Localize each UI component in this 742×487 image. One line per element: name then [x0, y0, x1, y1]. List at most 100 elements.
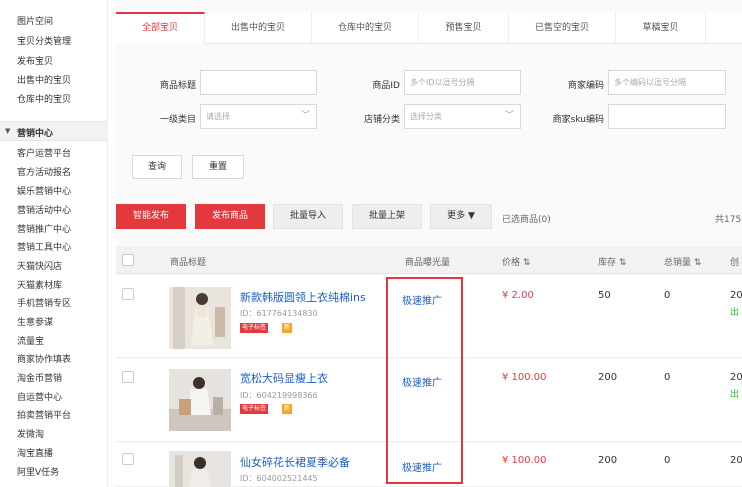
product-image[interactable]: [169, 451, 231, 487]
tab-sold-out[interactable]: 已售空的宝贝: [509, 12, 616, 44]
row-checkbox[interactable]: [122, 288, 134, 300]
shop-category-select-value: 选择分类: [410, 112, 442, 121]
merchant-code-label: 商家编码: [567, 81, 604, 91]
tab-presale[interactable]: 预售宝贝: [419, 12, 509, 44]
status-text: 出: [730, 390, 740, 400]
sidebar-item-activity-center[interactable]: 营销活动中心: [17, 203, 71, 216]
product-title[interactable]: 新款韩版圆领上衣纯棉ins: [240, 289, 366, 305]
chevron-down-icon: ﹀: [504, 111, 514, 121]
product-id: ID：604002521445: [240, 474, 318, 483]
price: ¥ 100.00: [502, 455, 547, 466]
created-date: 20: [730, 290, 742, 301]
sidebar-item-weitao[interactable]: 发微淘: [17, 427, 44, 440]
chevron-down-icon: ﹀: [300, 111, 310, 121]
stock: 200: [598, 455, 618, 466]
category-label: 一级类目: [159, 115, 196, 125]
col-created: 创: [730, 258, 740, 268]
new-badge: 新: [282, 404, 293, 414]
created-date: 20: [730, 455, 742, 466]
col-stock[interactable]: 库存 ⇅: [598, 255, 626, 268]
publish-button[interactable]: 发布商品: [195, 204, 265, 229]
category-select-value: 请选择: [206, 112, 230, 121]
tab-warehouse[interactable]: 仓库中的宝贝: [312, 12, 419, 44]
stock: 50: [598, 290, 611, 301]
col-title: 商品标题: [170, 258, 207, 268]
highlight-annotation-box: [386, 277, 463, 484]
product-title[interactable]: 仙女碎花长裙夏季必备: [240, 454, 350, 470]
row-checkbox[interactable]: [122, 453, 134, 465]
shop-category-label: 店铺分类: [363, 115, 400, 125]
tag-label: 电子标签: [240, 404, 269, 414]
caret-down-icon: ▼: [5, 127, 11, 135]
sidebar: 图片空间 宝贝分类管理 发布宝贝 出售中的宝贝 仓库中的宝贝 ▼ 营销中心 客户…: [0, 0, 108, 487]
sidebar-item-promotion-center[interactable]: 营销推广中心: [17, 222, 71, 235]
action-bar: 智能发布 发布商品 批量导入 批量上架 更多 ▼ 已选商品(0) 共175: [116, 200, 742, 232]
sidebar-item-collab-form[interactable]: 商家协作填表: [17, 352, 71, 365]
sku-code-label: 商家sku编码: [552, 115, 604, 125]
title-filter-label: 商品标题: [159, 81, 196, 91]
tab-bar: 全部宝贝 出售中的宝贝 仓库中的宝贝 预售宝贝 已售空的宝贝 草稿宝贝: [116, 12, 742, 44]
col-exposure: 商品曝光量: [405, 258, 451, 268]
price: ¥ 2.00: [502, 290, 534, 301]
filter-panel: 商品标题 商品ID 多个ID以逗号分隔 商家编码 多个编码以逗号分隔 一级类目 …: [116, 44, 742, 194]
sidebar-item-business-advisor[interactable]: 生意参谋: [17, 315, 53, 328]
select-all-checkbox[interactable]: [122, 254, 134, 266]
tab-all[interactable]: 全部宝贝: [116, 12, 205, 44]
status-text: 出: [730, 308, 740, 318]
shop-category-select[interactable]: 选择分类 ﹀: [404, 104, 521, 129]
sidebar-item-on-sale[interactable]: 出售中的宝贝: [17, 73, 71, 86]
sidebar-item-gold-coin[interactable]: 淘金币营销: [17, 371, 62, 384]
price: ¥ 100.00: [502, 372, 547, 383]
sidebar-item-auction[interactable]: 拍卖营销平台: [17, 408, 71, 421]
sidebar-item-category-manage[interactable]: 宝贝分类管理: [17, 34, 71, 47]
sidebar-item-flash-store[interactable]: 天猫快闪店: [17, 259, 62, 272]
sidebar-item-customer-ops[interactable]: 客户运营平台: [17, 146, 71, 159]
sidebar-item-warehouse[interactable]: 仓库中的宝贝: [17, 92, 71, 105]
sidebar-section-label: 营销中心: [17, 129, 54, 139]
sku-code-input[interactable]: [608, 104, 726, 129]
product-title[interactable]: 宽松大码显瘦上衣: [240, 370, 328, 386]
sidebar-item-material-lib[interactable]: 天猫素材库: [17, 278, 62, 291]
more-button[interactable]: 更多 ▼: [430, 204, 492, 229]
stock: 200: [598, 372, 618, 383]
product-image[interactable]: [169, 369, 231, 431]
smart-publish-button[interactable]: 智能发布: [116, 204, 186, 229]
tag-label: 电子标签: [240, 323, 269, 333]
col-sales[interactable]: 总销量 ⇅: [664, 255, 701, 268]
title-filter-input[interactable]: [200, 70, 317, 95]
merchant-code-input[interactable]: 多个编码以逗号分隔: [608, 70, 726, 95]
sidebar-item-entertainment[interactable]: 娱乐营销中心: [17, 184, 71, 197]
reset-button[interactable]: 重置: [192, 155, 244, 179]
col-price[interactable]: 价格 ⇅: [502, 255, 530, 268]
sales: 0: [664, 455, 671, 466]
sidebar-item-v-task[interactable]: 阿里V任务: [17, 465, 59, 478]
sidebar-item-official-activity[interactable]: 官方活动报名: [17, 165, 71, 178]
product-id: ID：604219998366: [240, 391, 318, 400]
sidebar-item-mobile-marketing[interactable]: 手机营销专区: [17, 296, 71, 309]
batch-list-button[interactable]: 批量上架: [352, 204, 422, 229]
sidebar-item-tools-center[interactable]: 营销工具中心: [17, 240, 71, 253]
query-button[interactable]: 查询: [132, 155, 182, 179]
new-badge: 新: [282, 323, 293, 333]
row-checkbox[interactable]: [122, 371, 134, 383]
sales: 0: [664, 372, 671, 383]
product-id: ID：617764134830: [240, 309, 318, 318]
sidebar-item-traffic-bao[interactable]: 流量宝: [17, 334, 44, 347]
sidebar-section-marketing[interactable]: ▼ 营销中心: [0, 121, 108, 141]
total-count: 共175: [715, 215, 742, 225]
created-date: 20: [730, 372, 742, 383]
sales: 0: [664, 290, 671, 301]
batch-import-button[interactable]: 批量导入: [273, 204, 343, 229]
tab-draft[interactable]: 草稿宝贝: [616, 12, 706, 44]
id-filter-label: 商品ID: [372, 81, 400, 91]
tab-on-sale[interactable]: 出售中的宝贝: [205, 12, 312, 44]
table-header: 商品标题 商品曝光量 价格 ⇅ 库存 ⇅ 总销量 ⇅ 创: [116, 246, 742, 274]
sidebar-item-publish[interactable]: 发布宝贝: [17, 54, 53, 67]
sidebar-item-self-ops[interactable]: 自运营中心: [17, 390, 62, 403]
sidebar-item-live[interactable]: 淘宝直播: [17, 446, 53, 459]
sidebar-item-image-space[interactable]: 图片空间: [17, 14, 53, 27]
product-image[interactable]: [169, 287, 231, 349]
main-content: 全部宝贝 出售中的宝贝 仓库中的宝贝 预售宝贝 已售空的宝贝 草稿宝贝 商品标题…: [116, 0, 742, 487]
id-filter-input[interactable]: 多个ID以逗号分隔: [404, 70, 521, 95]
category-select[interactable]: 请选择 ﹀: [200, 104, 317, 129]
